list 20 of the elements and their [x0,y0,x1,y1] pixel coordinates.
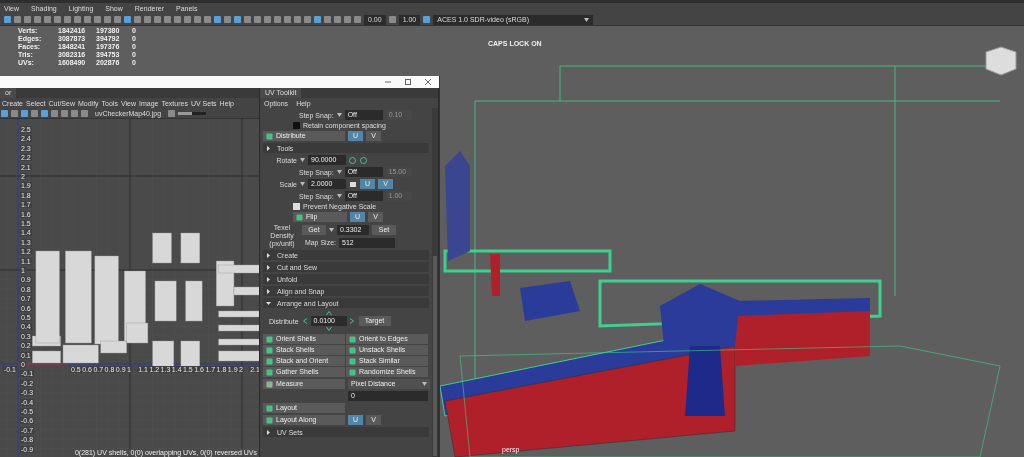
caret-icon [300,182,305,186]
uv-edge-line [17,363,69,365]
exposure-slider[interactable] [178,111,207,115]
checkbox[interactable] [293,203,300,210]
checkbox[interactable] [293,122,300,129]
caret-icon [336,170,342,174]
view-cube-icon[interactable] [985,46,1017,76]
close-icon[interactable] [425,79,431,85]
tool-icon[interactable] [168,109,176,117]
scale-icon[interactable] [349,180,357,188]
minimize-icon[interactable] [385,79,391,85]
caret-icon [422,382,427,386]
caret-icon [336,113,342,117]
scrollbar[interactable] [432,108,438,457]
caret-icon [336,194,342,198]
caret-icon [329,227,334,232]
caret-icon [584,17,590,22]
rotate-icon[interactable] [349,156,369,164]
maximize-icon[interactable] [405,79,411,85]
caret-icon [300,158,305,162]
